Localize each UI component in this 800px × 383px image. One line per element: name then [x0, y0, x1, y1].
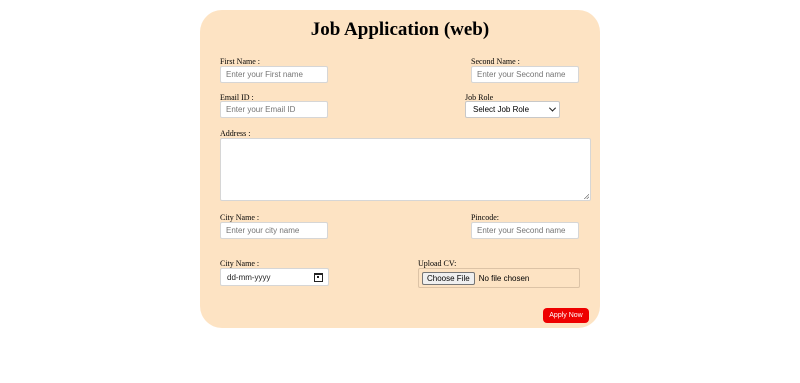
first-name-input[interactable]: [220, 66, 328, 83]
email-input[interactable]: [220, 101, 328, 118]
file-status: No file chosen: [478, 273, 530, 283]
upload-cv-label: Upload CV:: [418, 259, 457, 268]
city-name-input[interactable]: [220, 222, 328, 239]
choose-file-button[interactable]: Choose File: [422, 271, 475, 285]
resize-grip-icon[interactable]: [584, 194, 589, 199]
job-role-select[interactable]: Select Job Role: [465, 101, 560, 118]
apply-now-button[interactable]: Apply Now: [543, 308, 589, 323]
chevron-down-icon: [548, 104, 557, 112]
date-label: City Name :: [220, 259, 260, 268]
job-role-selected-value: Select Job Role: [473, 105, 530, 114]
job-application-form: Job Application (web) First Name : Secon…: [200, 10, 600, 328]
address-label: Address :: [220, 129, 251, 138]
second-name-label: Second Name :: [471, 57, 520, 66]
city-name-label: City Name :: [220, 213, 260, 222]
first-name-label: First Name :: [220, 57, 260, 66]
calendar-icon[interactable]: [314, 272, 323, 282]
pincode-label: Pincode:: [471, 213, 499, 222]
second-name-input[interactable]: [471, 66, 579, 83]
date-input[interactable]: dd-mm-yyyy: [220, 268, 329, 286]
date-placeholder: dd-mm-yyyy: [227, 272, 271, 282]
form-title: Job Application (web): [310, 19, 490, 40]
upload-cv-input[interactable]: Choose File No file chosen: [418, 268, 580, 288]
address-textarea[interactable]: [220, 138, 591, 201]
pincode-input[interactable]: [471, 222, 579, 239]
